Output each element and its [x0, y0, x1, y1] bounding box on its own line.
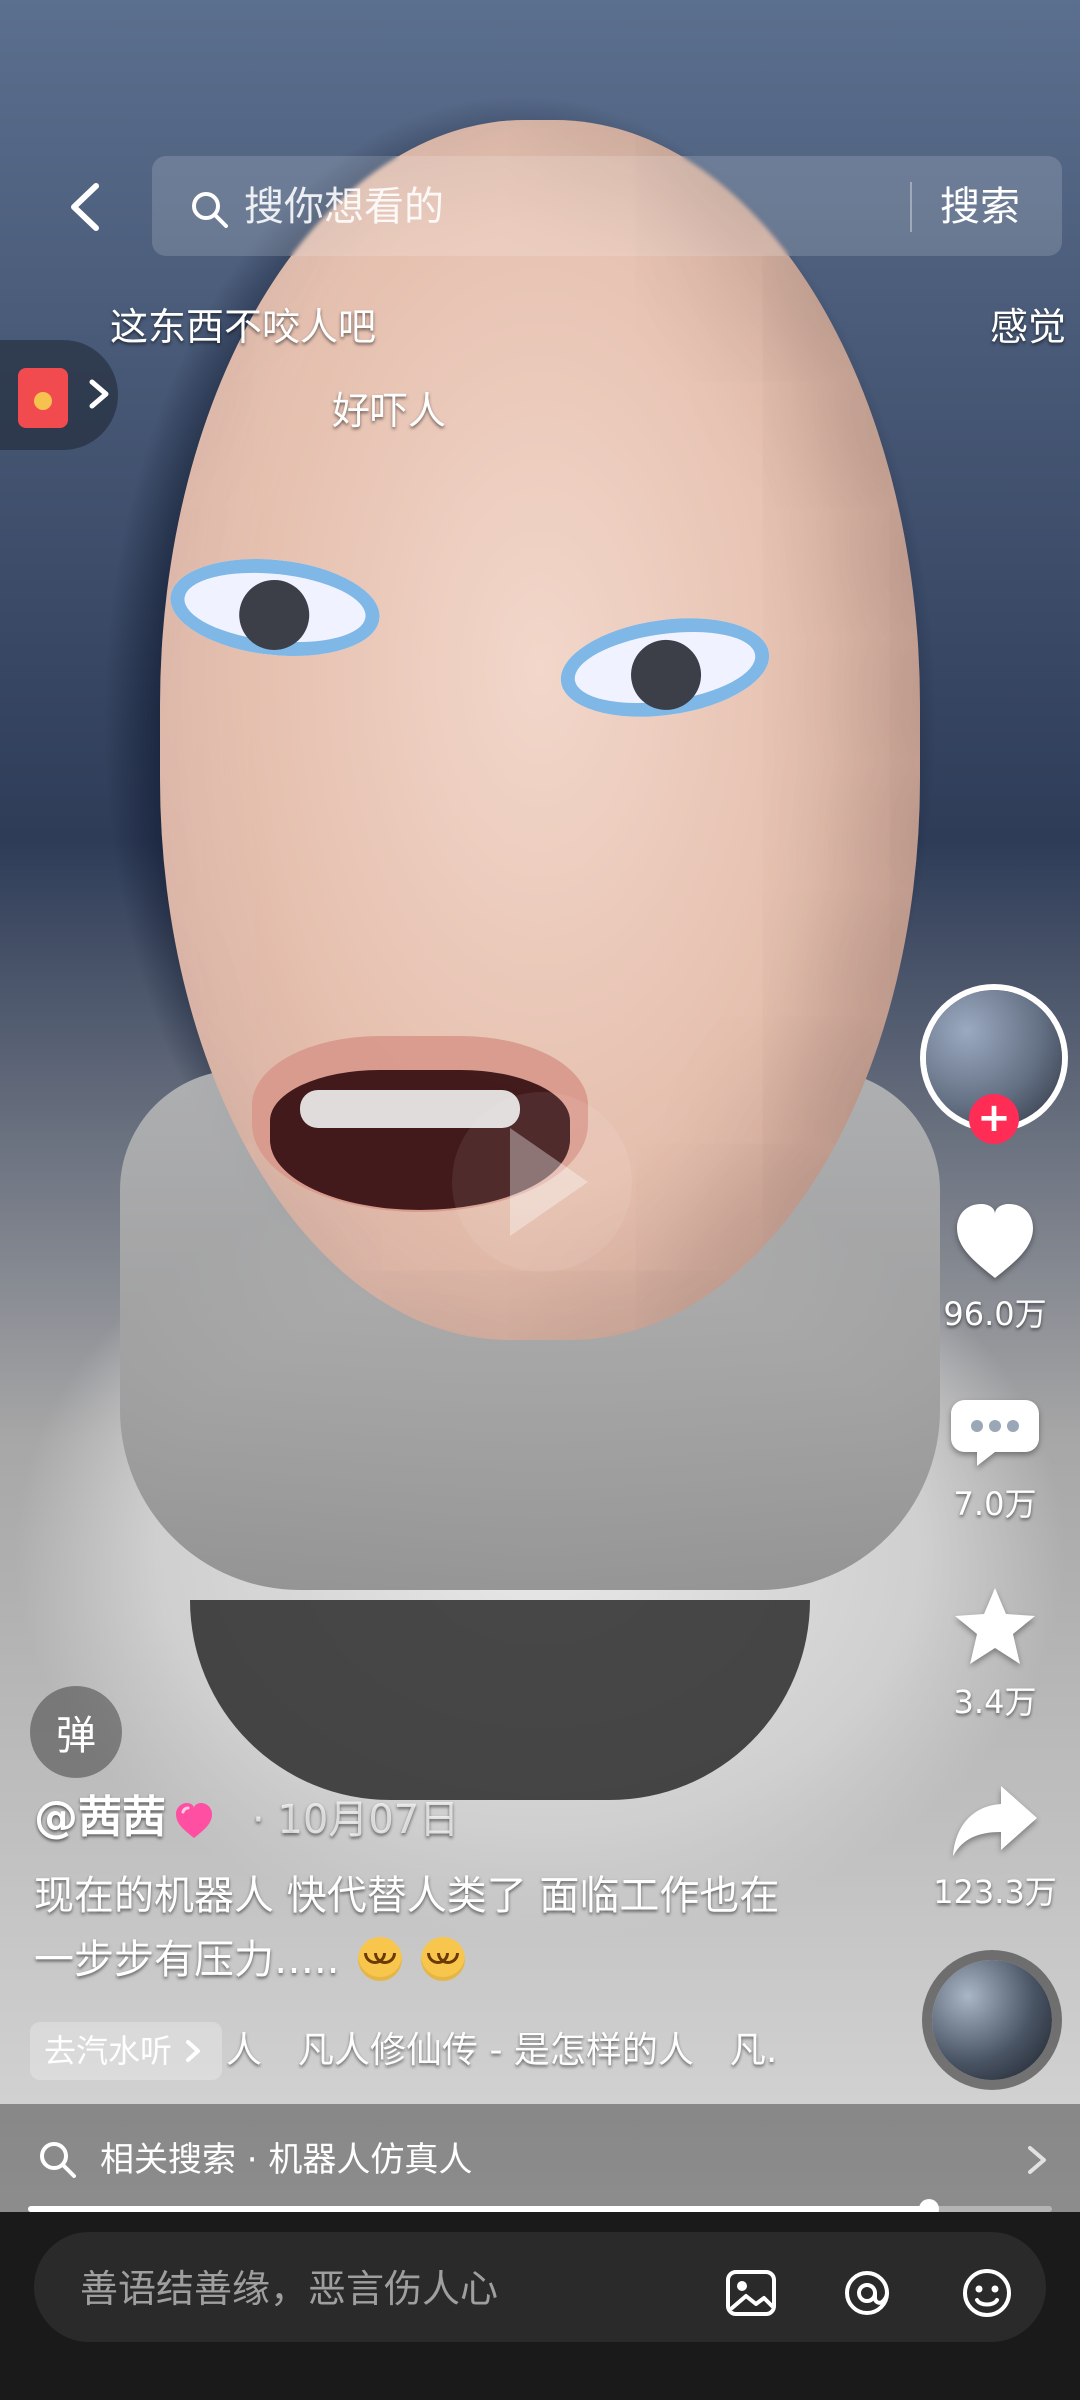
red-packet-button[interactable] — [0, 340, 118, 450]
music-source-label: 去汽水听 — [44, 2032, 173, 2070]
comment-placeholder[interactable]: 善语结善缘，恶言伤人心 — [80, 2258, 498, 2320]
danmaku-item: 感觉 — [990, 305, 1067, 349]
favorite-count: 3.4万 — [953, 1683, 1037, 1721]
favorite-button[interactable]: 3.4万 — [920, 1582, 1070, 1720]
related-search-label: 相关搜索 · 机器人仿真人 — [100, 2140, 473, 2180]
danmaku-toggle-label: 弹 — [56, 1713, 96, 1759]
share-arrow-icon — [953, 1786, 1037, 1856]
back-button[interactable] — [52, 172, 122, 242]
danmaku-toggle-button[interactable]: 弹 — [30, 1686, 122, 1778]
search-divider — [910, 182, 912, 232]
comment-button[interactable]: 7.0万 — [920, 1388, 1070, 1522]
music-scroll-text: 人 凡人修仙传 - 是怎样的人 凡. — [226, 2030, 778, 2071]
red-packet-icon — [18, 368, 68, 428]
share-button[interactable]: 123.3万 — [920, 1776, 1070, 1910]
comment-count: 7.0万 — [953, 1485, 1037, 1523]
chevron-right-icon — [186, 2040, 201, 2062]
caption-line-2: 一步步有压力….. — [34, 1928, 854, 1992]
back-arrow-icon — [71, 183, 99, 231]
play-icon — [510, 1128, 588, 1236]
search-icon — [188, 188, 232, 232]
follow-plus-button[interactable]: + — [969, 1094, 1019, 1144]
upside-down-face-emoji-icon — [358, 1937, 403, 1981]
music-row[interactable]: 去汽水听 人 凡人修仙传 - 是怎样的人 凡. — [30, 2022, 890, 2080]
danmaku-item: 好吓人 — [332, 389, 447, 433]
smile-icon — [963, 2269, 1011, 2317]
mention-button[interactable] — [836, 2262, 898, 2324]
like-button[interactable]: 96.0万 — [920, 1196, 1070, 1332]
caption-line-2-text: 一步步有压力….. — [34, 1937, 340, 1983]
author-avatar-button[interactable]: + — [926, 990, 1062, 1144]
pink-heart-emoji-icon — [172, 1800, 216, 1840]
danmaku-item: 这东西不咬人吧 — [110, 305, 377, 349]
music-source-tag[interactable]: 去汽水听 — [30, 2022, 223, 2080]
upside-down-face-emoji-icon — [420, 1937, 465, 1981]
chevron-right-icon — [1016, 2140, 1056, 2180]
caption-line-1: 现在的机器人 快代替人类了 面临工作也在 — [34, 1873, 780, 1919]
search-button[interactable]: 搜索 — [940, 176, 1020, 238]
post-date: · 10月07日 — [252, 1797, 460, 1843]
search-icon — [36, 2138, 80, 2182]
image-picker-button[interactable] — [720, 2262, 782, 2324]
heart-icon — [957, 1204, 1033, 1278]
play-button[interactable] — [452, 1092, 632, 1272]
star-icon — [955, 1588, 1035, 1664]
search-placeholder[interactable]: 搜你想看的 — [244, 176, 444, 238]
emoji-button[interactable] — [956, 2262, 1018, 2324]
related-search-bar[interactable]: 相关搜索 · 机器人仿真人 — [0, 2104, 1080, 2216]
like-count: 96.0万 — [943, 1295, 1047, 1333]
music-disc[interactable] — [932, 1960, 1052, 2080]
comment-bubble-icon — [951, 1400, 1039, 1466]
post-caption[interactable]: 现在的机器人 快代替人类了 面临工作也在 一步步有压力….. — [34, 1864, 854, 1992]
share-count: 123.3万 — [933, 1873, 1057, 1911]
author-name[interactable]: @茜茜 — [34, 1788, 166, 1848]
at-icon — [845, 2271, 889, 2315]
image-icon — [726, 2270, 776, 2316]
chevron-right-icon — [78, 374, 118, 414]
